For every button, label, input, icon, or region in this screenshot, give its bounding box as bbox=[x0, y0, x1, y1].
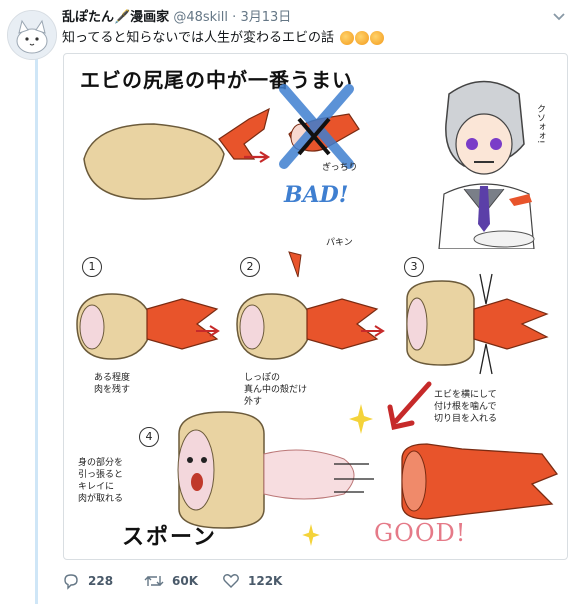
more-options-button[interactable] bbox=[551, 8, 567, 24]
like-count: 122K bbox=[248, 574, 283, 588]
step-1-caption: ある程度 肉を残す bbox=[94, 373, 131, 395]
user-handle[interactable]: @48skill bbox=[173, 10, 228, 25]
tweet-header: 乱ぽたん🖋️漫画家 @48skill · 3月13日 bbox=[62, 9, 291, 27]
bad-label: BAD! bbox=[284, 182, 349, 208]
character-illustration bbox=[438, 80, 535, 249]
spoon-sfx: スポーン bbox=[122, 525, 217, 550]
retweet-count: 60K bbox=[172, 574, 198, 588]
header-separator: · bbox=[232, 10, 237, 25]
tweet-text-content: 知ってると知らないでは人生が変わるエビの話 bbox=[62, 30, 334, 46]
empty-tail-shell-illustration bbox=[401, 443, 559, 520]
bad-note: ぎっちり bbox=[322, 163, 358, 173]
good-label: GOOD! bbox=[374, 519, 467, 547]
step-3-shrimp-illustration bbox=[406, 273, 549, 375]
arrow-right-icon bbox=[196, 325, 220, 337]
step-3-caption: エビを横にして 付け根を噛んで 切り目を入れる bbox=[434, 390, 498, 424]
step-2-number: 2 bbox=[240, 257, 260, 277]
emoji-group bbox=[340, 29, 385, 47]
like-button[interactable]: 122K bbox=[222, 572, 282, 590]
cat-avatar-icon bbox=[8, 11, 56, 59]
display-name[interactable]: 乱ぽたん🖋️漫画家 bbox=[62, 10, 169, 25]
arrow-right-icon bbox=[244, 151, 271, 163]
reply-button[interactable]: 228 bbox=[62, 572, 113, 590]
step-2-caption: しっぽの 真ん中の殻だけ 外す bbox=[244, 373, 308, 407]
arrow-right-icon bbox=[361, 325, 385, 337]
kuso-sfx: クソォォ! bbox=[535, 104, 545, 144]
step-4-number: 4 bbox=[139, 427, 159, 447]
tweet-date[interactable]: 3月13日 bbox=[240, 10, 291, 25]
reply-count: 228 bbox=[88, 574, 114, 588]
step-1-number: 1 bbox=[82, 257, 102, 277]
avatar[interactable] bbox=[7, 10, 57, 60]
step-4-caption: 身の部分を 引っ張ると キレイに 肉が取れる bbox=[78, 458, 124, 504]
retweet-button[interactable]: 60K bbox=[144, 572, 198, 590]
thread-line bbox=[35, 56, 38, 604]
emoji-icon bbox=[355, 30, 370, 45]
tail-piece-illustration bbox=[288, 251, 302, 278]
sparkle-icon bbox=[302, 524, 320, 546]
emoji-icon bbox=[340, 30, 355, 45]
arrow-down-left-icon bbox=[387, 381, 432, 430]
tweet-text: 知ってると知らないでは人生が変わるエビの話 bbox=[62, 29, 385, 48]
snap-sfx: パキン bbox=[326, 238, 353, 248]
reply-icon bbox=[64, 574, 78, 590]
heart-icon bbox=[223, 574, 239, 588]
emoji-icon bbox=[370, 30, 385, 45]
tweet-image[interactable]: エビの尻尾の中が一番うまい ぎっちり BAD! クソォォ! 1 ある程度 肉を残… bbox=[63, 53, 568, 560]
retweet-icon bbox=[144, 576, 164, 586]
chevron-down-icon bbox=[553, 13, 565, 21]
sparkle-icon bbox=[349, 404, 373, 434]
